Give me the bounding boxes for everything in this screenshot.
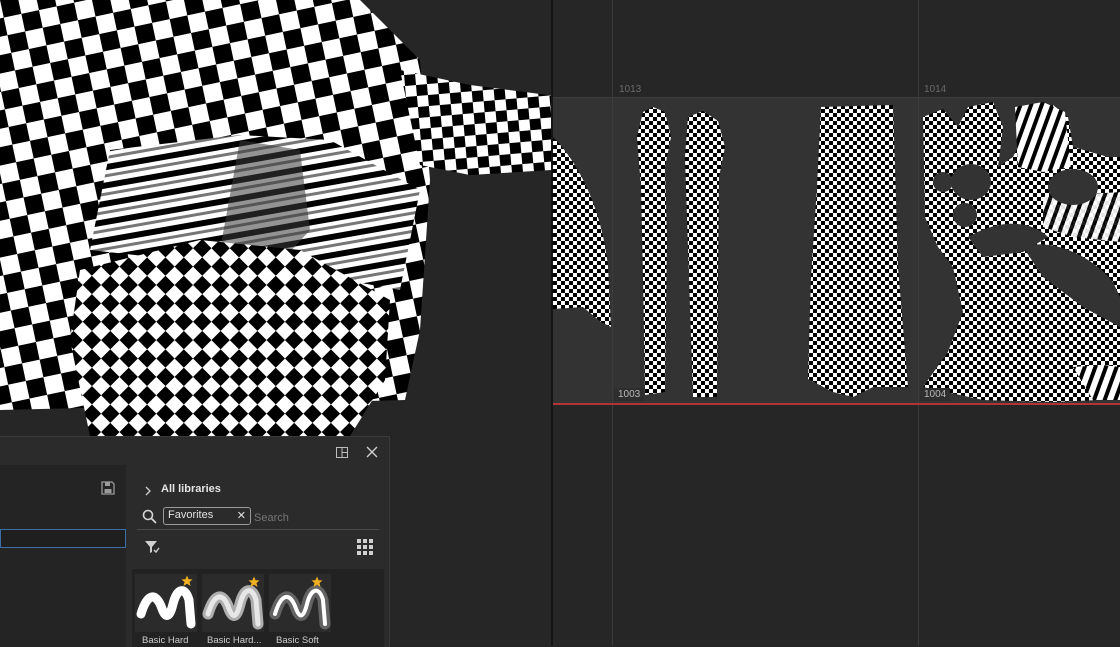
- brush-tile-basic-hard[interactable]: Basic Hard: [135, 574, 197, 647]
- save-icon[interactable]: [101, 481, 115, 495]
- brush-label: Basic Hard: [142, 635, 189, 646]
- favorite-star-icon: [248, 575, 260, 593]
- breadcrumb-all-libraries[interactable]: All libraries: [161, 483, 221, 495]
- uv-tile-label-1014: 1014: [924, 84, 947, 95]
- shelf-panel: All libraries Favorites ✕ Search Basic H…: [0, 436, 390, 647]
- uv-islands: [553, 102, 1120, 402]
- chevron-right-icon[interactable]: [144, 483, 152, 496]
- uv-tile-label-1003: 1003: [614, 388, 645, 401]
- search-underline: [137, 529, 379, 530]
- filter-icon[interactable]: [144, 539, 160, 555]
- favorite-star-icon: [311, 575, 323, 593]
- name-input[interactable]: [0, 529, 126, 548]
- uv-tile-label-1004: 1004: [920, 388, 951, 401]
- brush-grid: Basic Hard Basic Hard... Basic Soft: [132, 569, 384, 647]
- dock-icon[interactable]: [336, 445, 348, 458]
- shelf-left-pane: [0, 465, 126, 647]
- brush-label: Basic Soft: [276, 635, 319, 646]
- brush-tile-basic-soft[interactable]: Basic Soft: [269, 574, 331, 647]
- brush-tile-basic-hard-2[interactable]: Basic Hard...: [202, 574, 264, 647]
- filter-chip-favorites[interactable]: Favorites ✕: [163, 507, 251, 525]
- grid-view-icon[interactable]: [357, 539, 373, 555]
- shelf-titlebar: [0, 437, 389, 465]
- close-icon[interactable]: [366, 445, 378, 458]
- remove-filter-icon[interactable]: ✕: [237, 509, 246, 522]
- brush-label: Basic Hard...: [207, 635, 262, 646]
- uv-tile-label-1013: 1013: [619, 84, 642, 95]
- search-input[interactable]: [254, 510, 376, 526]
- filter-chip-label: Favorites: [168, 509, 214, 521]
- search-icon: [142, 509, 157, 524]
- shelf-right-pane: All libraries Favorites ✕ Search Basic H…: [126, 465, 389, 647]
- uv-viewport[interactable]: 1013 1014 1003 1004: [553, 0, 1120, 646]
- favorite-star-icon: [181, 575, 193, 590]
